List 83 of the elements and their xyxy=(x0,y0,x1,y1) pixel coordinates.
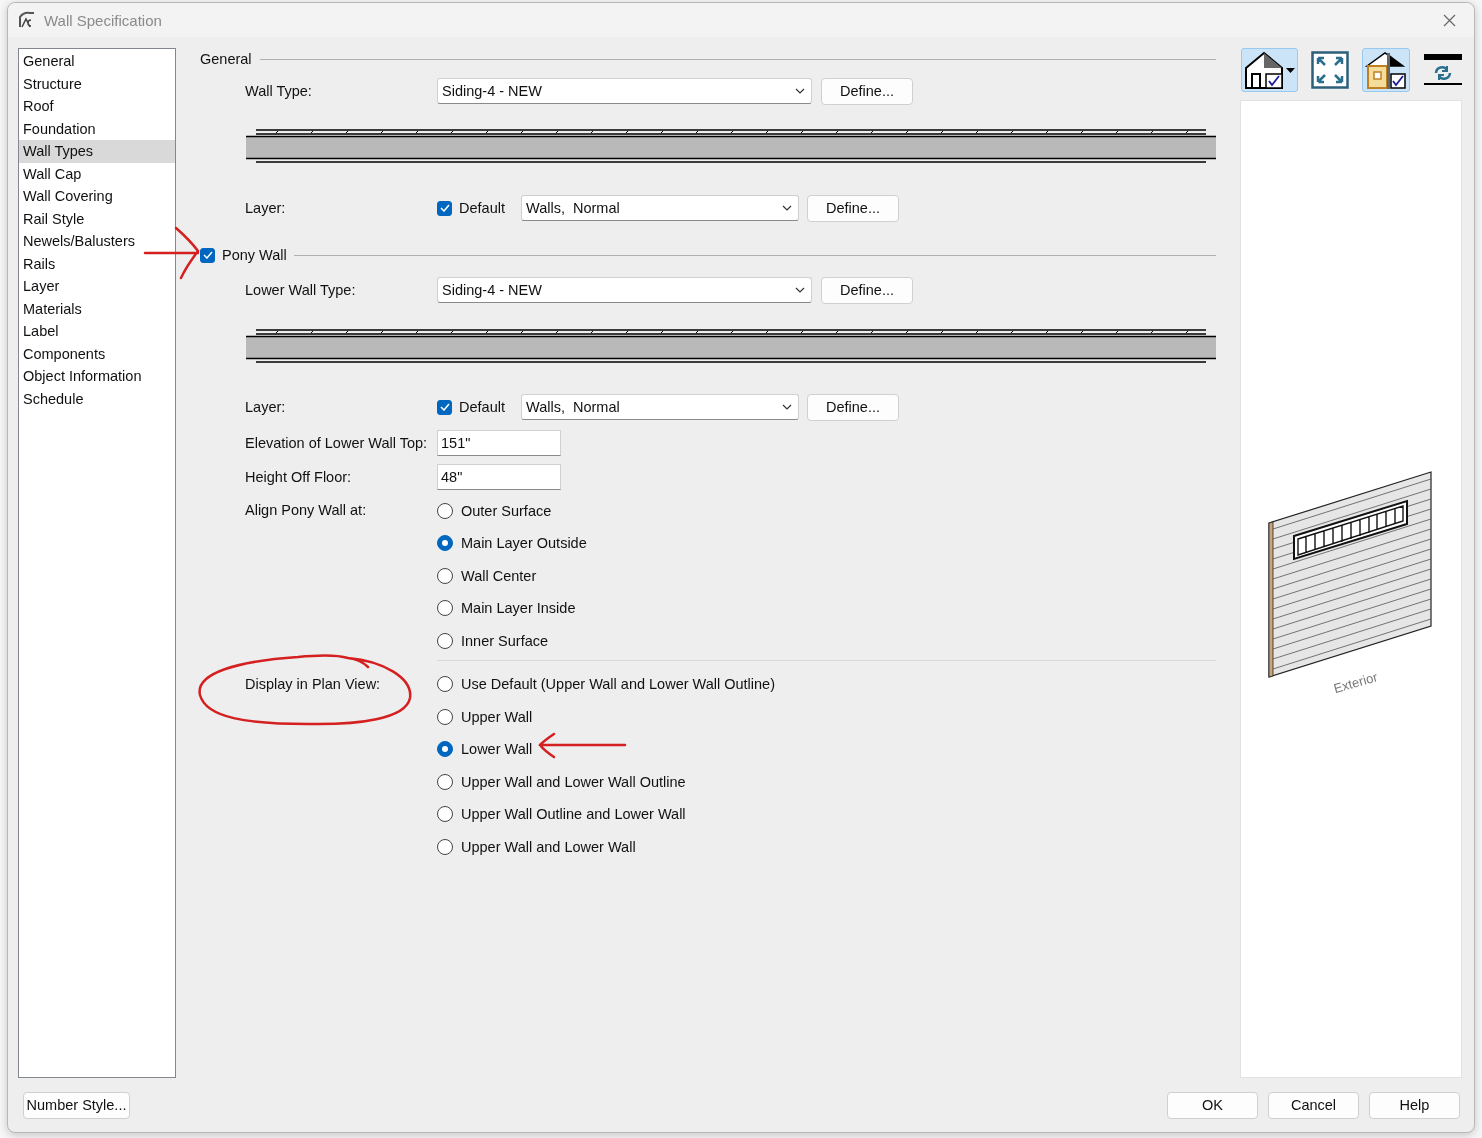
checkbox-label: Default xyxy=(459,200,506,217)
elevation-input[interactable]: 151" xyxy=(437,430,561,457)
field-label: Layer: xyxy=(245,399,287,416)
radio-button[interactable] xyxy=(437,535,453,552)
category-item[interactable]: Wall Cap xyxy=(19,162,175,186)
height-input[interactable]: 48" xyxy=(437,464,561,491)
category-item[interactable]: General xyxy=(19,50,175,73)
category-item[interactable]: Foundation xyxy=(19,117,175,141)
category-item[interactable]: Structure xyxy=(19,72,175,96)
radio-button[interactable] xyxy=(437,502,453,519)
window-title: Wall Specification xyxy=(44,11,163,29)
category-item[interactable]: Layer xyxy=(19,275,175,298)
category-item[interactable]: Wall Types xyxy=(19,140,175,163)
dropdown-arrow-icon xyxy=(1286,67,1295,73)
layer-dropdown[interactable]: Walls, Normal xyxy=(521,394,799,421)
toolbar-button[interactable] xyxy=(1362,48,1410,93)
radio-button[interactable] xyxy=(437,600,453,617)
radio-label: Inner Surface xyxy=(461,632,549,649)
cancel-button[interactable]: Cancel xyxy=(1268,1091,1359,1119)
radio-label: Outer Surface xyxy=(461,502,552,519)
radio-button[interactable] xyxy=(437,773,453,790)
field-label: Wall Type: xyxy=(245,83,313,100)
category-item[interactable]: Object Information xyxy=(19,365,175,388)
field-label: Align Pony Wall at: xyxy=(245,501,368,521)
define-button[interactable]: Define... xyxy=(807,194,899,222)
category-item[interactable]: Rails xyxy=(19,252,175,276)
default-checkbox[interactable] xyxy=(437,200,452,216)
chevron-down-icon xyxy=(795,287,805,294)
radio-button[interactable] xyxy=(437,806,453,823)
radio-button[interactable] xyxy=(437,632,453,649)
help-button[interactable]: Help xyxy=(1369,1091,1460,1119)
exterior-label: Exterior xyxy=(1331,669,1380,697)
category-item[interactable]: Newels/Balusters xyxy=(19,230,175,253)
category-item[interactable]: Schedule xyxy=(19,387,175,411)
expand-arrows-icon xyxy=(1311,51,1349,90)
annotation-arrow xyxy=(144,225,202,281)
ok-button[interactable]: OK xyxy=(1167,1091,1258,1119)
field-label: Elevation of Lower Wall Top: xyxy=(245,435,429,452)
category-item[interactable]: Label xyxy=(19,320,175,343)
reverse-wall-icon xyxy=(1423,53,1463,88)
default-checkbox[interactable] xyxy=(437,399,452,415)
wall-type-dropdown[interactable]: Siding-4 - NEW xyxy=(437,78,812,105)
category-item[interactable]: Materials xyxy=(19,297,175,321)
radio-label: Lower Wall xyxy=(461,741,533,758)
radio-button[interactable] xyxy=(437,741,453,758)
define-button[interactable]: Define... xyxy=(821,276,913,304)
app-logo-icon xyxy=(18,11,36,30)
house-check-icon xyxy=(1244,50,1284,91)
category-item[interactable]: Roof xyxy=(19,95,175,118)
radio-label: Upper Wall and Lower Wall Outline xyxy=(461,773,686,790)
radio-label: Main Layer Outside xyxy=(461,535,587,552)
radio-button[interactable] xyxy=(437,676,453,693)
field-label: Display in Plan View: xyxy=(245,674,382,694)
chevron-down-icon xyxy=(795,88,805,95)
radio-button[interactable] xyxy=(437,567,453,584)
define-button[interactable]: Define... xyxy=(807,393,899,421)
checkbox-label: Pony Wall xyxy=(222,247,287,264)
chevron-down-icon xyxy=(782,205,792,212)
group-heading: General xyxy=(200,51,252,68)
radio-label: Use Default (Upper Wall and Lower Wall Outline) xyxy=(461,676,775,693)
number-style-button[interactable]: Number Style... xyxy=(23,1091,130,1119)
house-layer-icon xyxy=(1365,50,1407,91)
radio-label: Upper Wall xyxy=(461,708,533,725)
radio-label: Main Layer Inside xyxy=(461,600,576,617)
radio-label: Upper Wall and Lower Wall xyxy=(461,838,636,855)
radio-label: Upper Wall Outline and Lower Wall xyxy=(461,806,686,823)
field-label: Height Off Floor: xyxy=(245,469,353,486)
category-item[interactable]: Rail Style xyxy=(19,207,175,231)
define-button[interactable]: Define... xyxy=(821,77,913,105)
category-item[interactable]: Components xyxy=(19,342,175,366)
wall-type-dropdown[interactable]: Siding-4 - NEW xyxy=(437,277,812,304)
checkbox-label: Default xyxy=(459,399,506,416)
field-label: Layer: xyxy=(245,200,287,217)
toolbar-button[interactable] xyxy=(1241,48,1298,93)
category-item[interactable]: Wall Covering xyxy=(19,185,175,208)
radio-button[interactable] xyxy=(437,708,453,725)
chevron-down-icon xyxy=(782,404,792,411)
field-label: Lower Wall Type: xyxy=(245,282,357,299)
close-icon xyxy=(1442,13,1456,27)
pony-wall-checkbox[interactable] xyxy=(200,247,215,263)
radio-button[interactable] xyxy=(437,838,453,855)
layer-dropdown[interactable]: Walls, Normal xyxy=(521,195,799,222)
radio-label: Wall Center xyxy=(461,567,537,584)
